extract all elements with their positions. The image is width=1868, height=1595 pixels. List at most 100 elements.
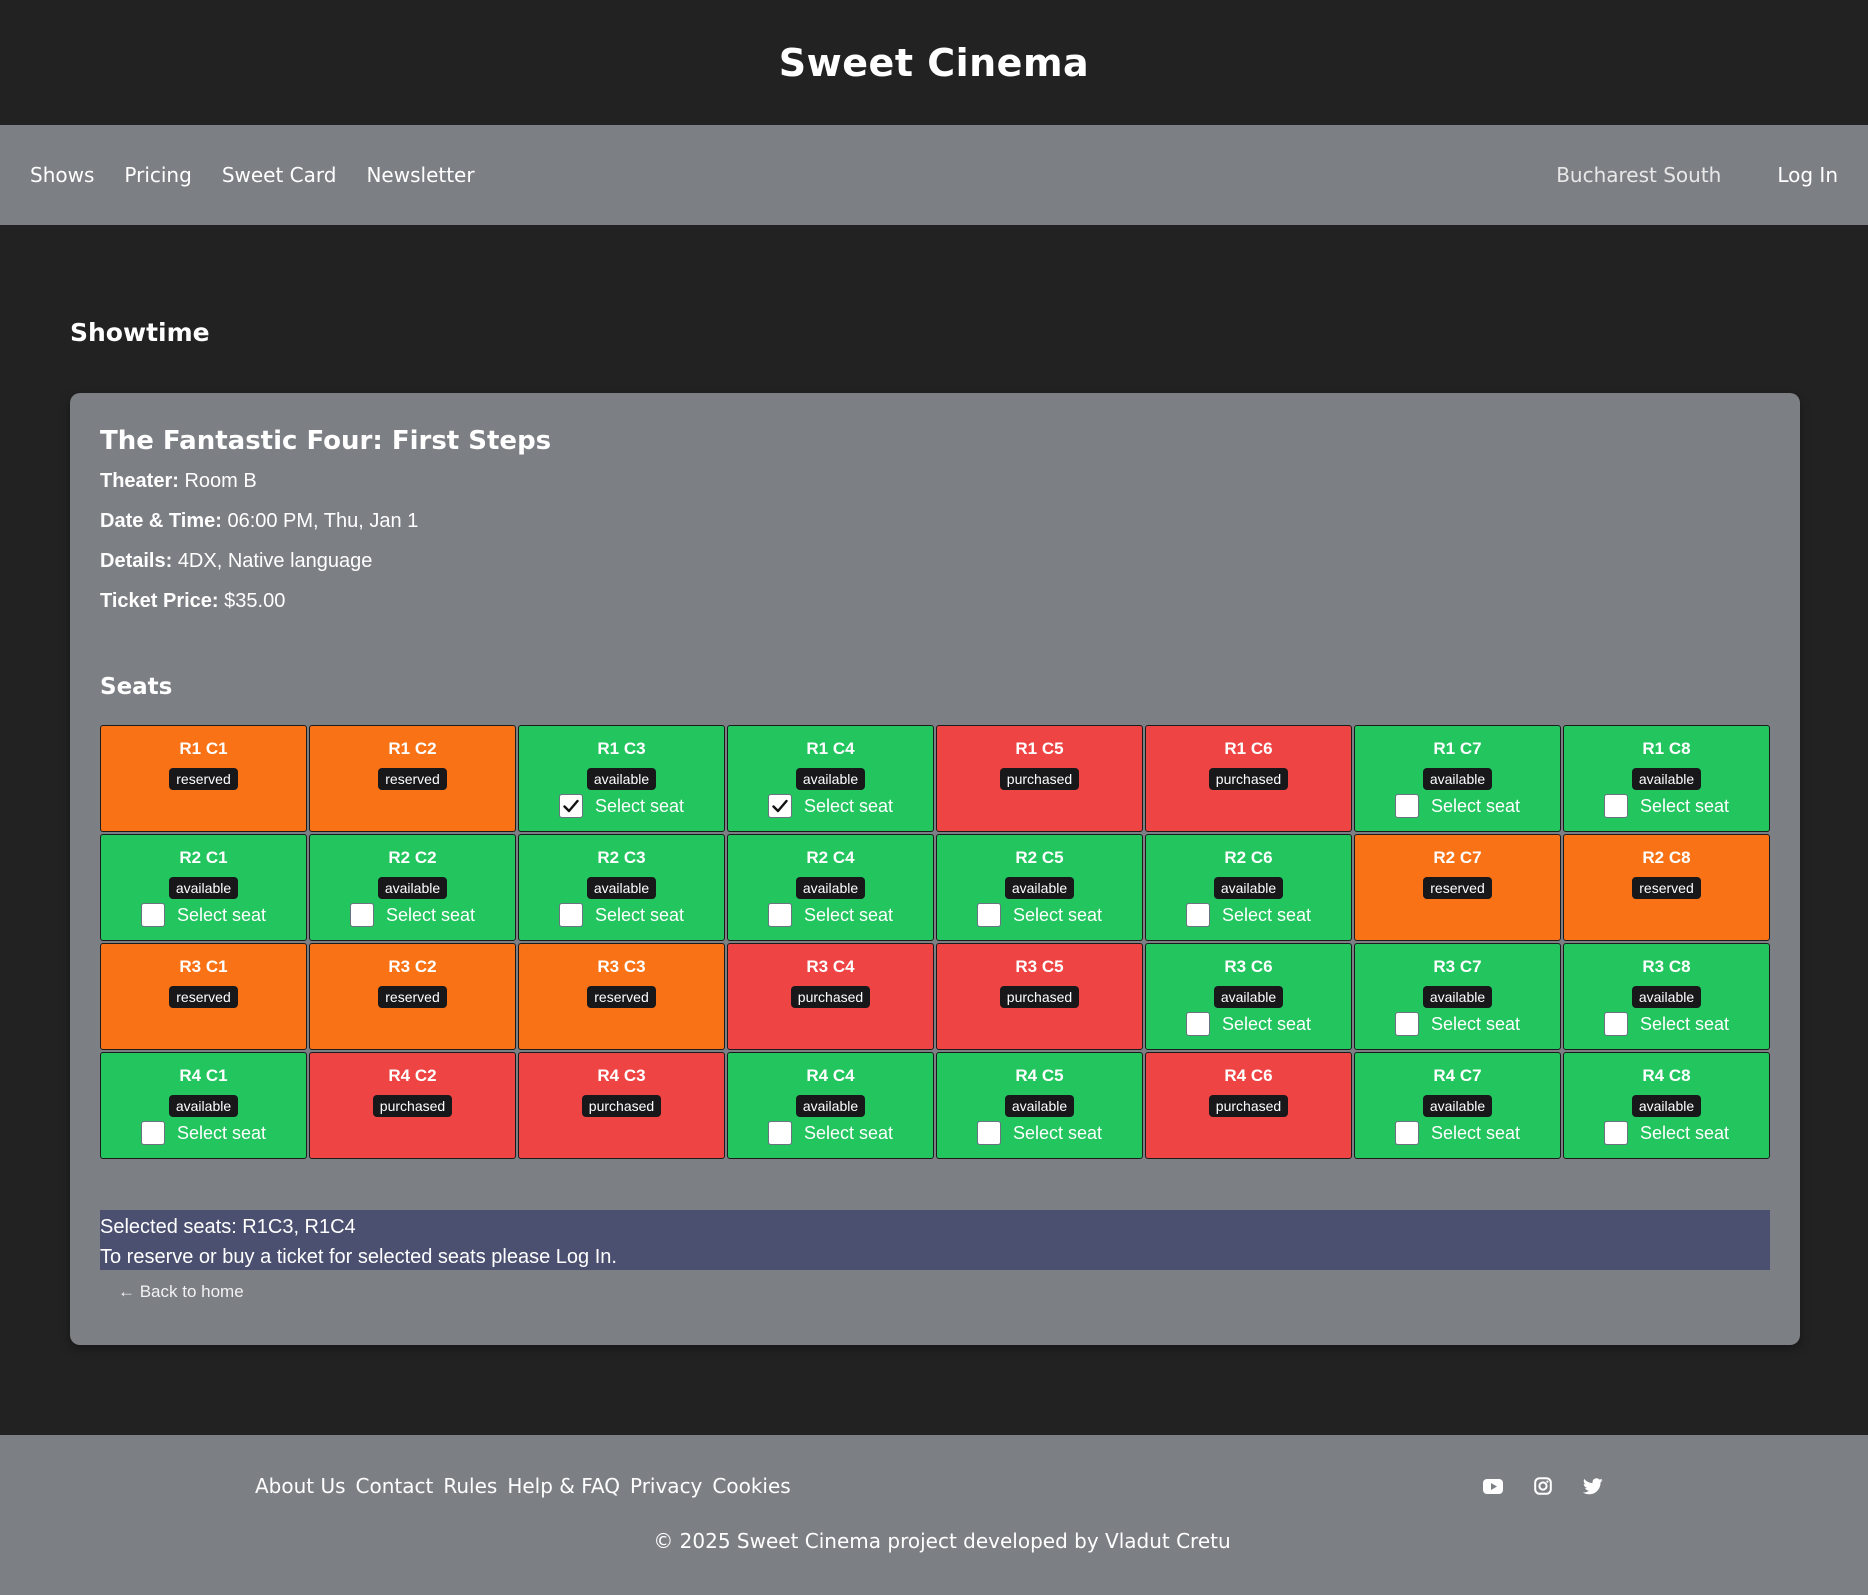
selected-seats-text: Selected seats: R1C3, R1C4 [100,1216,356,1238]
seat-label: R4 C3 [597,1066,646,1085]
seat-r1-c7[interactable]: R1 C7 available Select seat [1354,725,1561,832]
select-seat-label: Select seat [176,1122,267,1143]
nav-link-shows[interactable]: Shows [30,163,94,187]
seat-label: R3 C8 [1642,957,1691,976]
details-label: Details: [100,550,173,572]
select-seat-control[interactable]: Select seat [767,903,893,927]
select-seat-control[interactable]: Select seat [976,1121,1102,1145]
select-seat-checkbox[interactable] [767,794,792,818]
footer-link-about[interactable]: About Us [255,1474,346,1498]
nav-link-newsletter[interactable]: Newsletter [366,163,474,187]
select-seat-checkbox[interactable] [976,1121,1001,1145]
back-to-home-link[interactable]: ← Back to home [118,1282,244,1302]
details-info: Details: 4DX, Native language [100,550,372,573]
seat-r4-c2: R4 C2 purchased [309,1052,516,1159]
select-seat-checkbox[interactable] [1394,1012,1419,1036]
select-seat-checkbox[interactable] [1603,1121,1628,1145]
footer-link-privacy[interactable]: Privacy [630,1474,702,1498]
select-seat-checkbox[interactable] [1394,794,1419,818]
seat-r2-c6[interactable]: R2 C6 available Select seat [1145,834,1352,941]
seat-label: R2 C2 [388,848,437,867]
select-seat-control[interactable]: Select seat [767,1121,893,1145]
seat-r3-c7[interactable]: R3 C7 available Select seat [1354,943,1561,1050]
select-seat-checkbox[interactable] [349,903,374,927]
seat-r2-c3[interactable]: R2 C3 available Select seat [518,834,725,941]
select-seat-control[interactable]: Select seat [558,903,684,927]
seat-status-badge: available [795,877,866,899]
select-seat-control[interactable]: Select seat [1394,1012,1520,1036]
select-seat-checkbox[interactable] [1603,1012,1628,1036]
select-seat-control[interactable]: Select seat [1394,794,1520,818]
select-seat-checkbox[interactable] [558,794,583,818]
seat-r3-c6[interactable]: R3 C6 available Select seat [1145,943,1352,1050]
footer-link-help-faq[interactable]: Help & FAQ [507,1474,620,1498]
movie-title: The Fantastic Four: First Steps [100,426,552,456]
select-seat-control[interactable]: Select seat [558,794,684,818]
select-seat-control[interactable]: Select seat [767,794,893,818]
select-seat-control[interactable]: Select seat [140,1121,267,1145]
seat-r1-c3[interactable]: R1 C3 available Select seat [518,725,725,832]
select-seat-control[interactable]: Select seat [1394,1121,1520,1145]
price-info: Ticket Price: $35.00 [100,590,285,613]
main-nav: Shows Pricing Sweet Card Newsletter Buch… [0,125,1868,225]
selection-summary: Selected seats: R1C3, R1C4 To reserve or… [100,1210,1770,1270]
seat-label: R2 C4 [806,848,855,867]
select-seat-checkbox[interactable] [767,1121,792,1145]
select-seat-checkbox[interactable] [976,903,1001,927]
seat-label: R1 C7 [1433,739,1482,758]
footer-link-cookies[interactable]: Cookies [712,1474,790,1498]
seat-r2-c1[interactable]: R2 C1 available Select seat [100,834,307,941]
select-seat-checkbox[interactable] [1394,1121,1419,1145]
seat-r3-c8[interactable]: R3 C8 available Select seat [1563,943,1770,1050]
page-heading: Showtime [70,318,210,347]
select-seat-control[interactable]: Select seat [1185,903,1311,927]
seat-r1-c4[interactable]: R1 C4 available Select seat [727,725,934,832]
seat-r4-c8[interactable]: R4 C8 available Select seat [1563,1052,1770,1159]
select-seat-checkbox[interactable] [1603,794,1628,818]
select-seat-checkbox[interactable] [140,903,165,927]
site-footer: About Us Contact Rules Help & FAQ Privac… [0,1435,1868,1595]
seat-r4-c5[interactable]: R4 C5 available Select seat [936,1052,1143,1159]
seat-label: R4 C5 [1015,1066,1064,1085]
seat-r1-c5: R1 C5 purchased [936,725,1143,832]
youtube-icon[interactable] [1482,1475,1504,1497]
select-seat-control[interactable]: Select seat [1603,1121,1730,1145]
select-seat-checkbox[interactable] [558,903,583,927]
select-seat-control[interactable]: Select seat [976,903,1102,927]
select-seat-control[interactable]: Select seat [1185,1012,1311,1036]
select-seat-checkbox[interactable] [1185,903,1210,927]
seat-r2-c2[interactable]: R2 C2 available Select seat [309,834,516,941]
select-seat-control[interactable]: Select seat [349,903,475,927]
seat-r4-c1[interactable]: R4 C1 available Select seat [100,1052,307,1159]
seat-r1-c8[interactable]: R1 C8 available Select seat [1563,725,1770,832]
checkmark-icon [563,799,579,813]
seat-r2-c5[interactable]: R2 C5 available Select seat [936,834,1143,941]
seat-r4-c4[interactable]: R4 C4 available Select seat [727,1052,934,1159]
login-link[interactable]: Log In [1777,163,1838,187]
select-seat-label: Select seat [1639,1122,1730,1143]
location-selector[interactable]: Bucharest South [1556,163,1721,187]
brand-title[interactable]: Sweet Cinema [779,41,1089,85]
select-seat-checkbox[interactable] [140,1121,165,1145]
theater-info: Theater: Room B [100,470,257,493]
seat-r4-c7[interactable]: R4 C7 available Select seat [1354,1052,1561,1159]
seat-status-badge: available [1631,986,1702,1008]
social-links [1482,1475,1632,1497]
nav-link-sweet-card[interactable]: Sweet Card [222,163,337,187]
select-seat-control[interactable]: Select seat [1603,794,1729,818]
select-seat-checkbox[interactable] [767,903,792,927]
seat-status-badge: available [168,877,239,899]
footer-link-rules[interactable]: Rules [443,1474,497,1498]
instagram-icon[interactable] [1532,1475,1554,1497]
seat-r2-c4[interactable]: R2 C4 available Select seat [727,834,934,941]
nav-link-pricing[interactable]: Pricing [124,163,191,187]
twitter-icon[interactable] [1582,1475,1604,1497]
select-seat-control[interactable]: Select seat [1603,1012,1729,1036]
select-seat-control[interactable]: Select seat [140,903,266,927]
seat-label: R3 C1 [179,957,228,976]
footer-link-contact[interactable]: Contact [356,1474,434,1498]
seat-status-badge: reserved [169,768,238,790]
select-seat-checkbox[interactable] [1185,1012,1210,1036]
seat-r2-c8: R2 C8 reserved [1563,834,1770,941]
seat-status-badge: reserved [378,986,447,1008]
